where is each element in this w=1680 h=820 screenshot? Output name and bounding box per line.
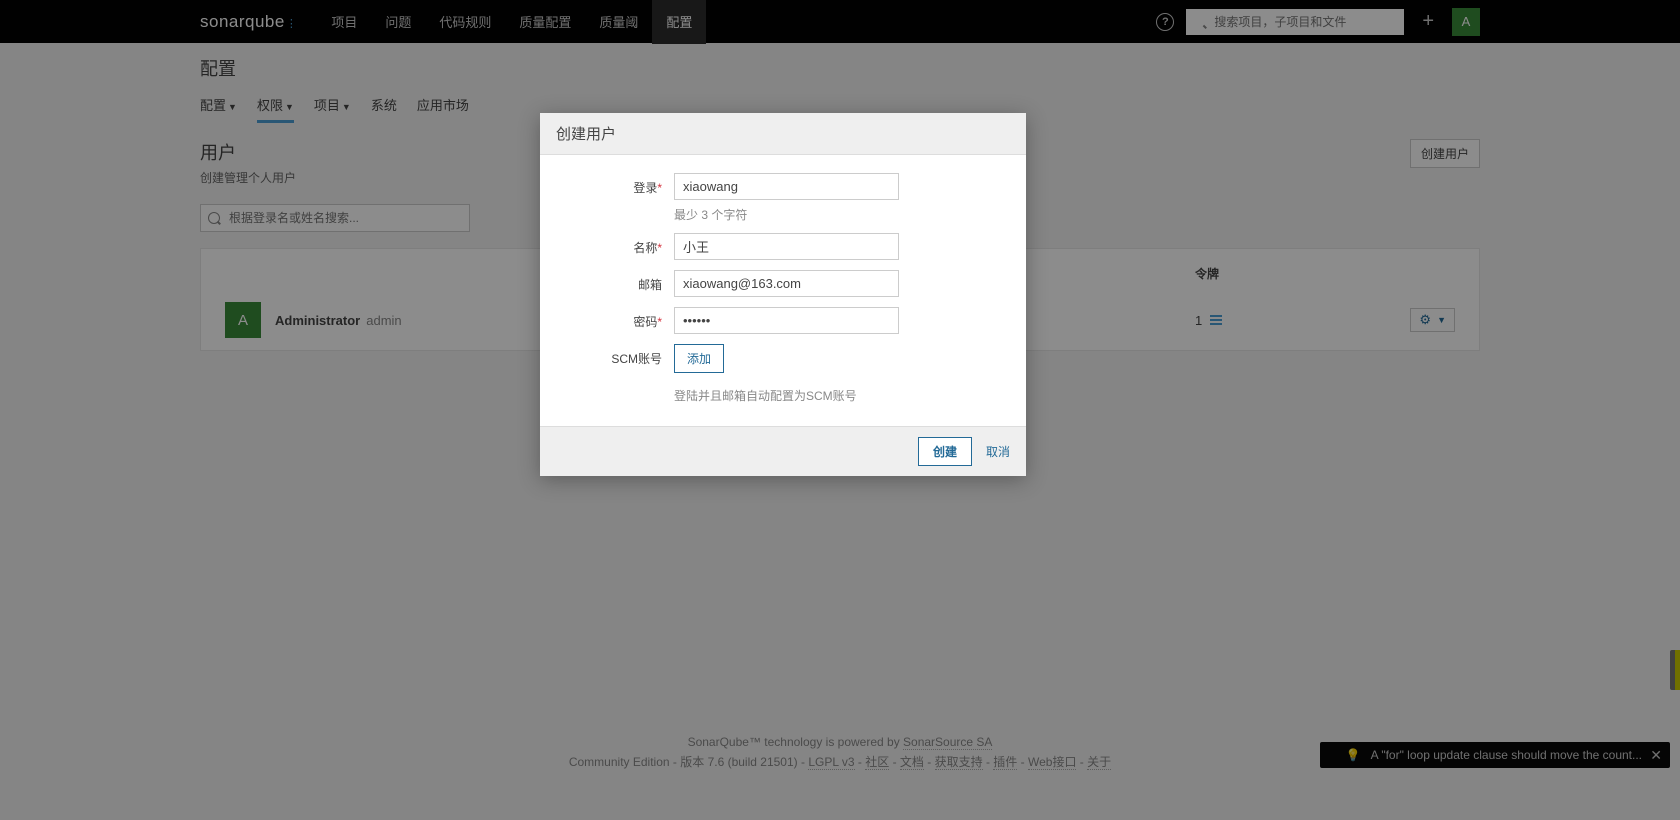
scm-hint: 登陆并且邮箱自动配置为SCM账号 [674, 387, 1002, 404]
form-row-scm: SCM账号 添加 登陆并且邮箱自动配置为SCM账号 [564, 344, 1002, 404]
add-scm-button[interactable]: 添加 [674, 344, 724, 373]
form-row-email: 邮箱 [564, 270, 1002, 297]
cancel-link[interactable]: 取消 [986, 443, 1010, 460]
required-mark: * [657, 181, 662, 195]
email-input[interactable] [674, 270, 899, 297]
label-login: 登录 [633, 181, 657, 195]
name-input[interactable] [674, 233, 899, 260]
form-row-login: 登录* 最少 3 个字符 [564, 173, 1002, 223]
required-mark: * [657, 315, 662, 329]
label-scm: SCM账号 [611, 352, 662, 366]
label-email: 邮箱 [638, 278, 662, 292]
login-hint: 最少 3 个字符 [674, 206, 1002, 223]
label-password: 密码 [633, 315, 657, 329]
form-row-name: 名称* [564, 233, 1002, 260]
required-mark: * [657, 241, 662, 255]
submit-button[interactable]: 创建 [918, 437, 972, 466]
modal-footer: 创建 取消 [540, 426, 1026, 476]
login-input[interactable] [674, 173, 899, 200]
modal-body: 登录* 最少 3 个字符 名称* 邮箱 密码* SCM账号 添加 登陆并且邮箱自… [540, 155, 1026, 426]
form-row-password: 密码* [564, 307, 1002, 334]
create-user-modal: 创建用户 登录* 最少 3 个字符 名称* 邮箱 密码* SCM账号 添加 登陆… [540, 113, 1026, 476]
password-input[interactable] [674, 307, 899, 334]
modal-title: 创建用户 [540, 113, 1026, 155]
label-name: 名称 [633, 241, 657, 255]
